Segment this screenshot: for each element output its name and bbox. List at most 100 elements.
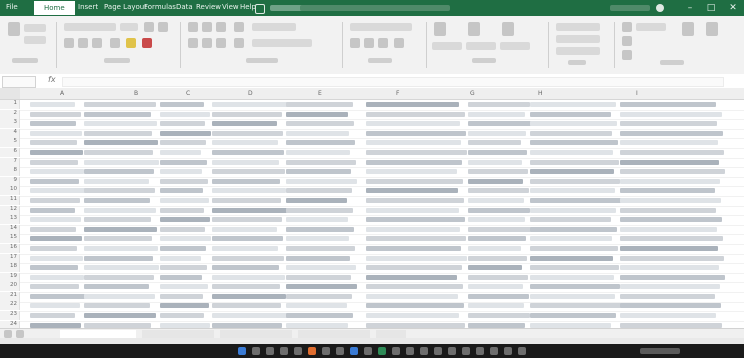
taskbar-app-icon[interactable] bbox=[322, 347, 330, 355]
table-cell[interactable] bbox=[84, 178, 149, 184]
table-cell[interactable] bbox=[30, 313, 75, 319]
table-cell[interactable] bbox=[84, 245, 158, 251]
format-table-icon[interactable] bbox=[468, 22, 480, 36]
table-cell[interactable] bbox=[30, 207, 75, 213]
fill-color-icon[interactable] bbox=[126, 38, 136, 48]
table-cell[interactable] bbox=[84, 140, 158, 146]
table-cell[interactable] bbox=[468, 178, 523, 184]
table-cell[interactable] bbox=[212, 226, 277, 232]
column-header[interactable]: H bbox=[538, 90, 543, 97]
table-cell[interactable] bbox=[212, 121, 277, 127]
table-row[interactable]: 24 bbox=[0, 320, 744, 328]
table-cell[interactable] bbox=[366, 226, 460, 232]
table-cell[interactable] bbox=[366, 169, 457, 175]
table-cell[interactable] bbox=[468, 111, 525, 117]
table-cell[interactable] bbox=[160, 121, 205, 127]
table-cell[interactable] bbox=[160, 236, 211, 242]
table-row[interactable]: 1 bbox=[0, 100, 744, 110]
table-cell[interactable] bbox=[286, 245, 355, 251]
table-cell[interactable] bbox=[530, 313, 616, 319]
table-cell[interactable] bbox=[366, 130, 466, 136]
table-cell[interactable] bbox=[84, 284, 149, 290]
table-row[interactable]: 14 bbox=[0, 224, 744, 235]
taskbar-app-icon[interactable] bbox=[294, 347, 302, 355]
increase-font-icon[interactable] bbox=[144, 22, 154, 32]
table-cell[interactable] bbox=[286, 140, 355, 146]
table-cell[interactable] bbox=[620, 313, 716, 319]
border-icon[interactable] bbox=[110, 38, 120, 48]
maximize-icon[interactable]: □ bbox=[704, 2, 718, 14]
table-cell[interactable] bbox=[160, 245, 206, 251]
table-cell[interactable] bbox=[468, 197, 524, 203]
format-table-button[interactable] bbox=[466, 42, 496, 50]
table-cell[interactable] bbox=[160, 293, 203, 299]
table-row[interactable]: 2 bbox=[0, 109, 744, 120]
table-cell[interactable] bbox=[160, 159, 207, 165]
table-cell[interactable] bbox=[530, 159, 619, 165]
formula-input[interactable] bbox=[62, 77, 724, 87]
table-cell[interactable] bbox=[530, 149, 613, 155]
row-header[interactable]: 9 bbox=[0, 176, 20, 186]
data-tab[interactable]: Data bbox=[176, 3, 193, 11]
column-header[interactable]: B bbox=[134, 90, 138, 97]
table-cell[interactable] bbox=[212, 236, 283, 242]
delete-button[interactable] bbox=[556, 35, 600, 43]
table-cell[interactable] bbox=[84, 159, 159, 165]
table-cell[interactable] bbox=[84, 313, 156, 319]
insert-button[interactable] bbox=[556, 23, 600, 31]
table-cell[interactable] bbox=[530, 207, 616, 213]
table-row[interactable]: 23 bbox=[0, 311, 744, 321]
align-bottom-icon[interactable] bbox=[216, 22, 226, 32]
table-cell[interactable] bbox=[30, 197, 80, 203]
name-box[interactable] bbox=[2, 76, 36, 88]
help-tab[interactable]: Help bbox=[240, 3, 256, 11]
table-row[interactable]: 7 bbox=[0, 157, 744, 168]
taskbar-app-icon[interactable] bbox=[280, 347, 288, 355]
table-cell[interactable] bbox=[212, 197, 281, 203]
table-cell[interactable] bbox=[530, 169, 614, 175]
table-cell[interactable] bbox=[468, 293, 529, 299]
decrease-font-icon[interactable] bbox=[158, 22, 168, 32]
table-cell[interactable] bbox=[530, 102, 616, 107]
conditional-format-icon[interactable] bbox=[434, 22, 446, 36]
table-cell[interactable] bbox=[212, 169, 285, 175]
table-cell[interactable] bbox=[530, 322, 611, 328]
table-cell[interactable] bbox=[212, 284, 280, 290]
row-header[interactable]: 19 bbox=[0, 272, 20, 282]
row-header[interactable]: 12 bbox=[0, 205, 20, 215]
page-layout-tab[interactable]: Page Layout bbox=[104, 3, 147, 11]
table-cell[interactable] bbox=[366, 236, 466, 242]
column-header[interactable]: A bbox=[60, 90, 64, 97]
search-icon[interactable] bbox=[252, 347, 260, 355]
table-cell[interactable] bbox=[530, 293, 615, 299]
table-cell[interactable] bbox=[530, 130, 612, 136]
table-cell[interactable] bbox=[84, 188, 155, 194]
column-header[interactable]: C bbox=[186, 90, 190, 97]
table-cell[interactable] bbox=[160, 102, 204, 107]
autosum-button[interactable] bbox=[636, 23, 666, 31]
table-cell[interactable] bbox=[620, 303, 721, 309]
table-cell[interactable] bbox=[30, 178, 79, 184]
table-cell[interactable] bbox=[286, 255, 350, 261]
taskbar-app-icon[interactable] bbox=[504, 347, 512, 355]
cell-styles-icon[interactable] bbox=[502, 22, 514, 36]
table-cell[interactable] bbox=[84, 265, 159, 271]
file-tab[interactable]: File bbox=[6, 3, 18, 11]
table-cell[interactable] bbox=[212, 188, 286, 194]
table-cell[interactable] bbox=[212, 159, 279, 165]
table-cell[interactable] bbox=[84, 217, 151, 223]
formulas-tab[interactable]: Formulas bbox=[144, 3, 176, 11]
table-cell[interactable] bbox=[620, 111, 722, 117]
table-cell[interactable] bbox=[620, 322, 722, 328]
table-row[interactable]: 15 bbox=[0, 234, 744, 244]
table-cell[interactable] bbox=[212, 293, 286, 299]
table-cell[interactable] bbox=[366, 284, 463, 290]
conditional-format-button[interactable] bbox=[432, 42, 462, 50]
table-cell[interactable] bbox=[212, 303, 281, 309]
table-cell[interactable] bbox=[30, 265, 78, 271]
column-header[interactable]: G bbox=[470, 90, 475, 97]
table-cell[interactable] bbox=[286, 178, 357, 184]
underline-icon[interactable] bbox=[92, 38, 102, 48]
row-header[interactable]: 24 bbox=[0, 320, 20, 328]
table-cell[interactable] bbox=[160, 207, 204, 213]
